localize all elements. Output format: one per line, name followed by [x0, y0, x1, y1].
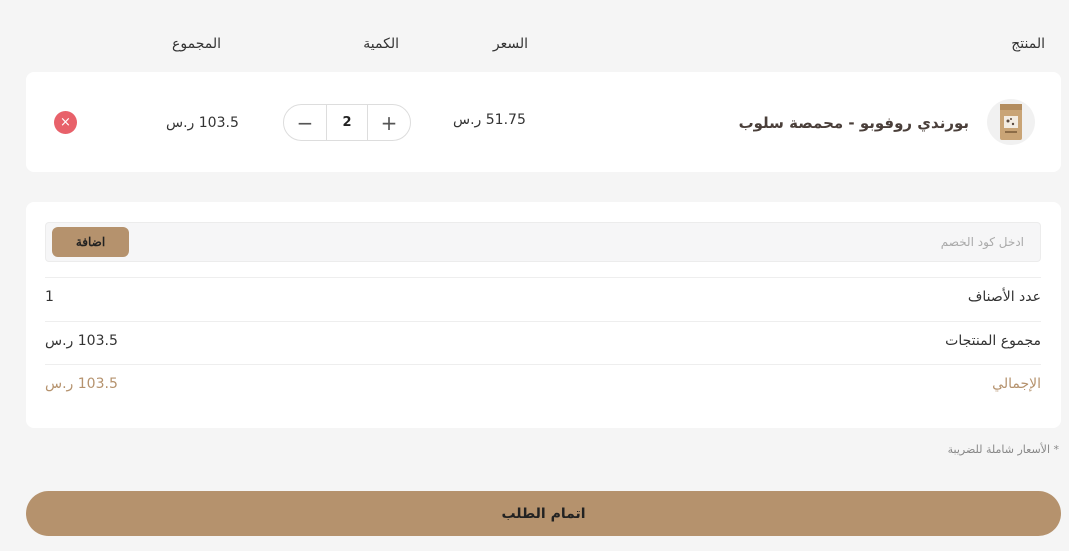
- checkout-button[interactable]: اتمام الطلب: [26, 491, 1061, 536]
- items-count-row: عدد الأصناف 1: [45, 289, 1041, 309]
- unit-price: 51.75 ر.س: [453, 112, 526, 128]
- header-quantity: الكمية: [363, 36, 399, 52]
- divider: [45, 364, 1041, 365]
- header-total: المجموع: [172, 36, 221, 52]
- quantity-stepper: − 2 +: [283, 104, 411, 141]
- items-count-label: عدد الأصناف: [967, 289, 1041, 305]
- cart-table-header: المنتج السعر الكمية المجموع: [0, 36, 1069, 56]
- coupon-input[interactable]: [160, 223, 1040, 261]
- subtotal-value: 103.5 ر.س: [45, 333, 118, 349]
- grand-total-value: 103.5 ر.س: [45, 376, 118, 392]
- items-count-value: 1: [45, 289, 54, 305]
- grand-total-label: الإجمالي: [992, 376, 1041, 392]
- product-name[interactable]: بورندي روفوبو - محمصة سلوب: [739, 114, 969, 132]
- quantity-value[interactable]: 2: [326, 105, 368, 140]
- line-total: 103.5 ر.س: [166, 115, 239, 131]
- cart-page: المنتج السعر الكمية المجموع بورندي روفوب…: [0, 0, 1069, 551]
- increment-button[interactable]: +: [368, 105, 410, 140]
- subtotal-row: مجموع المنتجات 103.5 ر.س: [45, 333, 1041, 353]
- decrement-button[interactable]: −: [284, 105, 326, 140]
- subtotal-label: مجموع المنتجات: [945, 333, 1041, 349]
- coffee-bag-icon: [1000, 104, 1022, 140]
- divider: [45, 277, 1041, 278]
- product-thumbnail[interactable]: [987, 99, 1035, 145]
- apply-coupon-button[interactable]: اضافة: [52, 227, 129, 257]
- header-product: المنتج: [1011, 36, 1045, 52]
- remove-item-button[interactable]: ×: [54, 111, 77, 134]
- divider: [45, 321, 1041, 322]
- cart-item-row: بورندي روفوبو - محمصة سلوب 51.75 ر.س − 2…: [26, 72, 1061, 172]
- coupon-box: اضافة: [45, 222, 1041, 262]
- header-price: السعر: [492, 36, 528, 52]
- grand-total-row: الإجمالي 103.5 ر.س: [45, 376, 1041, 396]
- tax-note: * الأسعار شاملة للضريبة: [947, 443, 1059, 456]
- order-summary: اضافة عدد الأصناف 1 مجموع المنتجات 103.5…: [26, 202, 1061, 428]
